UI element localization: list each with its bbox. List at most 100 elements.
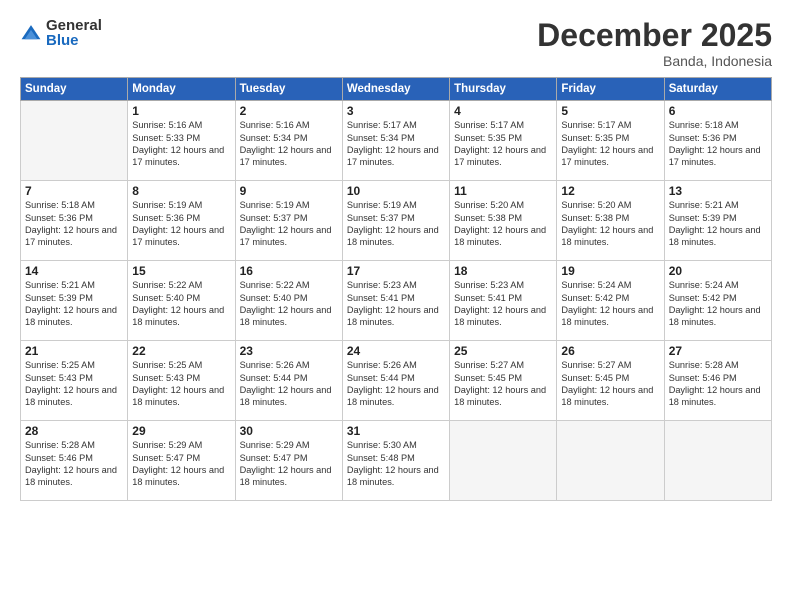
day-cell: 22Sunrise: 5:25 AM Sunset: 5:43 PM Dayli… bbox=[128, 341, 235, 421]
day-number: 25 bbox=[454, 344, 552, 358]
logo-general-text: General bbox=[46, 18, 102, 33]
week-row-5: 28Sunrise: 5:28 AM Sunset: 5:46 PM Dayli… bbox=[21, 421, 772, 501]
day-cell bbox=[664, 421, 771, 501]
header-row: Sunday Monday Tuesday Wednesday Thursday… bbox=[21, 78, 772, 101]
day-info: Sunrise: 5:27 AM Sunset: 5:45 PM Dayligh… bbox=[561, 359, 659, 409]
day-info: Sunrise: 5:20 AM Sunset: 5:38 PM Dayligh… bbox=[454, 199, 552, 249]
day-info: Sunrise: 5:21 AM Sunset: 5:39 PM Dayligh… bbox=[25, 279, 123, 329]
day-info: Sunrise: 5:29 AM Sunset: 5:47 PM Dayligh… bbox=[132, 439, 230, 489]
day-cell: 19Sunrise: 5:24 AM Sunset: 5:42 PM Dayli… bbox=[557, 261, 664, 341]
day-cell: 1Sunrise: 5:16 AM Sunset: 5:33 PM Daylig… bbox=[128, 101, 235, 181]
day-cell: 2Sunrise: 5:16 AM Sunset: 5:34 PM Daylig… bbox=[235, 101, 342, 181]
col-tuesday: Tuesday bbox=[235, 78, 342, 101]
logo-icon bbox=[20, 22, 42, 44]
day-cell: 26Sunrise: 5:27 AM Sunset: 5:45 PM Dayli… bbox=[557, 341, 664, 421]
day-info: Sunrise: 5:25 AM Sunset: 5:43 PM Dayligh… bbox=[132, 359, 230, 409]
day-cell: 13Sunrise: 5:21 AM Sunset: 5:39 PM Dayli… bbox=[664, 181, 771, 261]
col-sunday: Sunday bbox=[21, 78, 128, 101]
day-info: Sunrise: 5:24 AM Sunset: 5:42 PM Dayligh… bbox=[561, 279, 659, 329]
day-cell: 8Sunrise: 5:19 AM Sunset: 5:36 PM Daylig… bbox=[128, 181, 235, 261]
day-cell: 14Sunrise: 5:21 AM Sunset: 5:39 PM Dayli… bbox=[21, 261, 128, 341]
calendar: Sunday Monday Tuesday Wednesday Thursday… bbox=[20, 77, 772, 501]
week-row-3: 14Sunrise: 5:21 AM Sunset: 5:39 PM Dayli… bbox=[21, 261, 772, 341]
logo: General Blue bbox=[20, 18, 102, 48]
day-info: Sunrise: 5:17 AM Sunset: 5:34 PM Dayligh… bbox=[347, 119, 445, 169]
page: General Blue December 2025 Banda, Indone… bbox=[0, 0, 792, 612]
day-info: Sunrise: 5:18 AM Sunset: 5:36 PM Dayligh… bbox=[25, 199, 123, 249]
day-cell bbox=[557, 421, 664, 501]
day-info: Sunrise: 5:23 AM Sunset: 5:41 PM Dayligh… bbox=[454, 279, 552, 329]
day-cell: 27Sunrise: 5:28 AM Sunset: 5:46 PM Dayli… bbox=[664, 341, 771, 421]
day-cell: 4Sunrise: 5:17 AM Sunset: 5:35 PM Daylig… bbox=[450, 101, 557, 181]
day-info: Sunrise: 5:29 AM Sunset: 5:47 PM Dayligh… bbox=[240, 439, 338, 489]
day-info: Sunrise: 5:17 AM Sunset: 5:35 PM Dayligh… bbox=[561, 119, 659, 169]
day-cell: 24Sunrise: 5:26 AM Sunset: 5:44 PM Dayli… bbox=[342, 341, 449, 421]
day-info: Sunrise: 5:19 AM Sunset: 5:37 PM Dayligh… bbox=[240, 199, 338, 249]
day-info: Sunrise: 5:19 AM Sunset: 5:36 PM Dayligh… bbox=[132, 199, 230, 249]
day-cell: 17Sunrise: 5:23 AM Sunset: 5:41 PM Dayli… bbox=[342, 261, 449, 341]
day-number: 29 bbox=[132, 424, 230, 438]
col-friday: Friday bbox=[557, 78, 664, 101]
logo-blue-text: Blue bbox=[46, 33, 102, 48]
day-info: Sunrise: 5:28 AM Sunset: 5:46 PM Dayligh… bbox=[25, 439, 123, 489]
day-number: 30 bbox=[240, 424, 338, 438]
day-number: 18 bbox=[454, 264, 552, 278]
day-number: 10 bbox=[347, 184, 445, 198]
header: General Blue December 2025 Banda, Indone… bbox=[20, 18, 772, 69]
week-row-2: 7Sunrise: 5:18 AM Sunset: 5:36 PM Daylig… bbox=[21, 181, 772, 261]
logo-text: General Blue bbox=[46, 18, 102, 48]
week-row-4: 21Sunrise: 5:25 AM Sunset: 5:43 PM Dayli… bbox=[21, 341, 772, 421]
day-number: 13 bbox=[669, 184, 767, 198]
day-info: Sunrise: 5:18 AM Sunset: 5:36 PM Dayligh… bbox=[669, 119, 767, 169]
day-number: 17 bbox=[347, 264, 445, 278]
day-number: 19 bbox=[561, 264, 659, 278]
day-number: 9 bbox=[240, 184, 338, 198]
day-number: 22 bbox=[132, 344, 230, 358]
day-cell: 31Sunrise: 5:30 AM Sunset: 5:48 PM Dayli… bbox=[342, 421, 449, 501]
month-title: December 2025 bbox=[537, 18, 772, 53]
day-number: 16 bbox=[240, 264, 338, 278]
day-info: Sunrise: 5:16 AM Sunset: 5:34 PM Dayligh… bbox=[240, 119, 338, 169]
day-number: 4 bbox=[454, 104, 552, 118]
day-info: Sunrise: 5:19 AM Sunset: 5:37 PM Dayligh… bbox=[347, 199, 445, 249]
day-cell: 11Sunrise: 5:20 AM Sunset: 5:38 PM Dayli… bbox=[450, 181, 557, 261]
day-number: 5 bbox=[561, 104, 659, 118]
day-info: Sunrise: 5:26 AM Sunset: 5:44 PM Dayligh… bbox=[240, 359, 338, 409]
day-info: Sunrise: 5:22 AM Sunset: 5:40 PM Dayligh… bbox=[240, 279, 338, 329]
day-cell: 20Sunrise: 5:24 AM Sunset: 5:42 PM Dayli… bbox=[664, 261, 771, 341]
day-cell: 21Sunrise: 5:25 AM Sunset: 5:43 PM Dayli… bbox=[21, 341, 128, 421]
day-info: Sunrise: 5:30 AM Sunset: 5:48 PM Dayligh… bbox=[347, 439, 445, 489]
day-cell: 7Sunrise: 5:18 AM Sunset: 5:36 PM Daylig… bbox=[21, 181, 128, 261]
col-saturday: Saturday bbox=[664, 78, 771, 101]
subtitle: Banda, Indonesia bbox=[537, 53, 772, 69]
day-number: 3 bbox=[347, 104, 445, 118]
day-number: 6 bbox=[669, 104, 767, 118]
col-thursday: Thursday bbox=[450, 78, 557, 101]
day-cell: 5Sunrise: 5:17 AM Sunset: 5:35 PM Daylig… bbox=[557, 101, 664, 181]
day-number: 15 bbox=[132, 264, 230, 278]
week-row-1: 1Sunrise: 5:16 AM Sunset: 5:33 PM Daylig… bbox=[21, 101, 772, 181]
day-info: Sunrise: 5:25 AM Sunset: 5:43 PM Dayligh… bbox=[25, 359, 123, 409]
day-number: 31 bbox=[347, 424, 445, 438]
title-block: December 2025 Banda, Indonesia bbox=[537, 18, 772, 69]
day-cell: 12Sunrise: 5:20 AM Sunset: 5:38 PM Dayli… bbox=[557, 181, 664, 261]
day-number: 26 bbox=[561, 344, 659, 358]
day-cell: 30Sunrise: 5:29 AM Sunset: 5:47 PM Dayli… bbox=[235, 421, 342, 501]
day-number: 21 bbox=[25, 344, 123, 358]
day-number: 20 bbox=[669, 264, 767, 278]
day-number: 28 bbox=[25, 424, 123, 438]
day-cell: 18Sunrise: 5:23 AM Sunset: 5:41 PM Dayli… bbox=[450, 261, 557, 341]
day-cell: 10Sunrise: 5:19 AM Sunset: 5:37 PM Dayli… bbox=[342, 181, 449, 261]
day-info: Sunrise: 5:22 AM Sunset: 5:40 PM Dayligh… bbox=[132, 279, 230, 329]
day-cell: 3Sunrise: 5:17 AM Sunset: 5:34 PM Daylig… bbox=[342, 101, 449, 181]
day-number: 7 bbox=[25, 184, 123, 198]
day-number: 11 bbox=[454, 184, 552, 198]
day-number: 1 bbox=[132, 104, 230, 118]
day-cell: 15Sunrise: 5:22 AM Sunset: 5:40 PM Dayli… bbox=[128, 261, 235, 341]
day-cell: 25Sunrise: 5:27 AM Sunset: 5:45 PM Dayli… bbox=[450, 341, 557, 421]
day-info: Sunrise: 5:24 AM Sunset: 5:42 PM Dayligh… bbox=[669, 279, 767, 329]
day-cell bbox=[21, 101, 128, 181]
day-number: 24 bbox=[347, 344, 445, 358]
day-info: Sunrise: 5:16 AM Sunset: 5:33 PM Dayligh… bbox=[132, 119, 230, 169]
day-cell: 9Sunrise: 5:19 AM Sunset: 5:37 PM Daylig… bbox=[235, 181, 342, 261]
